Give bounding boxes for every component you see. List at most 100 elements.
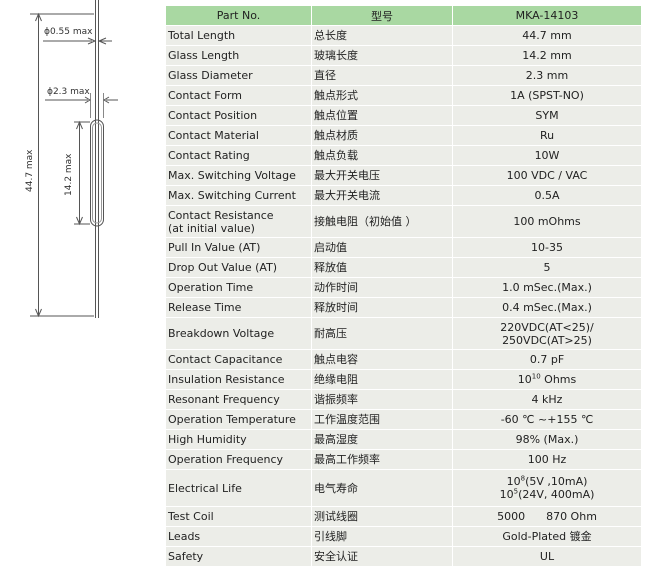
- row-value: SYM: [452, 105, 642, 126]
- lead-diameter-value: 0.55 max: [49, 27, 93, 37]
- row-value: 4 kHz: [452, 389, 642, 410]
- table-row: Total Length 总长度 44.7 mm: [165, 25, 642, 46]
- table-row: Glass Length 玻璃长度 14.2 mm: [165, 45, 642, 66]
- row-label-cn: 总长度: [311, 25, 453, 46]
- table-row: Resonant Frequency 谐振频率 4 kHz: [165, 389, 642, 410]
- row-value: 220VDC(AT<25)/ 250VDC(AT>25): [452, 317, 642, 350]
- row-value: 100 VDC / VAC: [452, 165, 642, 186]
- table-row: High Humidity 最高湿度 98% (Max.): [165, 429, 642, 450]
- row-label-en: Operation Time: [165, 277, 312, 298]
- table-row: Contact Resistance (at initial value) 接触…: [165, 205, 642, 238]
- row-label-cn: 电气寿命: [311, 469, 453, 507]
- value-condition: (24V, 400mA): [518, 488, 595, 501]
- row-label-en: Insulation Resistance: [165, 369, 312, 390]
- header-model-value: MKA-14103: [452, 5, 642, 26]
- value-exponent: 10: [531, 372, 541, 381]
- row-label-en: Glass Diameter: [165, 65, 312, 86]
- value-condition: (5V ,10mA): [525, 475, 588, 488]
- row-value: Ru: [452, 125, 642, 146]
- row-label-cn: 工作温度范围: [311, 409, 453, 430]
- glass-diameter-value: 2.3 max: [52, 87, 90, 97]
- value-unit: Ohms: [540, 373, 577, 386]
- row-value: 2.3 mm: [452, 65, 642, 86]
- glass-diameter-label: ϕ2.3 max: [47, 87, 90, 97]
- lead-diameter-label: ϕ0.55 max: [44, 27, 92, 37]
- row-value: 100 Hz: [452, 449, 642, 470]
- row-label-en: Test Coil: [165, 506, 312, 527]
- row-label-en: Pull In Value (AT): [165, 237, 312, 258]
- dimension-drawing: ϕ0.55 max ϕ2.3 max 44.7 max 14.2 max: [0, 0, 160, 568]
- row-label-cn: 释放时间: [311, 297, 453, 318]
- row-label-en: Glass Length: [165, 45, 312, 66]
- row-value: 1A (SPST-NO): [452, 85, 642, 106]
- row-label-cn: 最高工作频率: [311, 449, 453, 470]
- row-label-en: Contact Resistance (at initial value): [165, 205, 312, 238]
- row-label-en: Operation Frequency: [165, 449, 312, 470]
- row-label-cn: 引线脚: [311, 526, 453, 547]
- row-label-cn: 最大开关电压: [311, 165, 453, 186]
- row-label-en: Leads: [165, 526, 312, 547]
- table-row: Insulation Resistance 绝缘电阻 1010 Ohms: [165, 369, 642, 390]
- row-label-cn: 测试线圈: [311, 506, 453, 527]
- row-value: UL: [452, 546, 642, 567]
- table-row: Contact Capacitance 触点电容 0.7 pF: [165, 349, 642, 370]
- table-row: Glass Diameter 直径 2.3 mm: [165, 65, 642, 86]
- table-row: Release Time 释放时间 0.4 mSec.(Max.): [165, 297, 642, 318]
- row-value-line1: 220VDC(AT<25)/: [500, 320, 594, 334]
- row-label-cn: 直径: [311, 65, 453, 86]
- row-value-line2: 105(24V, 400mA): [455, 488, 639, 501]
- row-value-line1: 108(5V ,10mA): [455, 475, 639, 488]
- table-row: Max. Switching Current 最大开关电流 0.5A: [165, 185, 642, 206]
- row-label-en: Safety: [165, 546, 312, 567]
- row-label-cn: 玻璃长度: [311, 45, 453, 66]
- row-label-en: Contact Capacitance: [165, 349, 312, 370]
- header-part-no: Part No.: [165, 5, 312, 26]
- row-label-en: High Humidity: [165, 429, 312, 450]
- table-row: Test Coil 测试线圈 5000 870 Ohm: [165, 506, 642, 527]
- row-value: 10-35: [452, 237, 642, 258]
- row-value: 1.0 mSec.(Max.): [452, 277, 642, 298]
- row-label-cn: 耐高压: [311, 317, 453, 350]
- row-label-en: Contact Form: [165, 85, 312, 106]
- row-value-line2: 250VDC(AT>25): [502, 333, 592, 347]
- row-label-cn: 启动值: [311, 237, 453, 258]
- row-label-en: Contact Rating: [165, 145, 312, 166]
- row-label-en: Max. Switching Current: [165, 185, 312, 206]
- row-label-cn: 绝缘电阻: [311, 369, 453, 390]
- row-label-cn: 安全认证: [311, 546, 453, 567]
- value-base: 10: [499, 488, 514, 501]
- row-value: 5000 870 Ohm: [452, 506, 642, 527]
- row-value: 5: [452, 257, 642, 278]
- specification-table: Part No. 型号 MKA-14103 Total Length 总长度 4…: [165, 5, 642, 567]
- row-label-cn: 最高湿度: [311, 429, 453, 450]
- row-label-en: Operation Temperature: [165, 409, 312, 430]
- header-model-cn: 型号: [311, 5, 453, 26]
- value-base: 10: [506, 475, 521, 488]
- row-label-en: Max. Switching Voltage: [165, 165, 312, 186]
- table-header-row: Part No. 型号 MKA-14103: [165, 5, 642, 26]
- table-row: Operation Frequency 最高工作频率 100 Hz: [165, 449, 642, 470]
- total-length-label: 44.7 max: [25, 149, 35, 192]
- table-row: Contact Material 触点材质 Ru: [165, 125, 642, 146]
- row-value: 0.5A: [452, 185, 642, 206]
- row-value: 0.4 mSec.(Max.): [452, 297, 642, 318]
- row-value: Gold-Plated 镀金: [452, 526, 642, 547]
- value-base: 10: [517, 373, 532, 386]
- row-value: 44.7 mm: [452, 25, 642, 46]
- table-row: Contact Rating 触点负载 10W: [165, 145, 642, 166]
- row-value: 108(5V ,10mA) 105(24V, 400mA): [452, 469, 642, 507]
- row-label-cn: 最大开关电流: [311, 185, 453, 206]
- row-label-cn: 接触电阻（初始值 ）: [311, 205, 453, 238]
- row-label-en-line1: Contact Resistance: [168, 208, 274, 222]
- row-label-en: Contact Material: [165, 125, 312, 146]
- row-label-cn: 谐振频率: [311, 389, 453, 410]
- table-row: Operation Temperature 工作温度范围 -60 ℃ ~+155…: [165, 409, 642, 430]
- table-row: Pull In Value (AT) 启动值 10-35: [165, 237, 642, 258]
- reed-switch-outline: [30, 0, 118, 318]
- table-row: Max. Switching Voltage 最大开关电压 100 VDC / …: [165, 165, 642, 186]
- row-value: 100 mOhms: [452, 205, 642, 238]
- row-value: -60 ℃ ~+155 ℃: [452, 409, 642, 430]
- row-label-cn: 触点电容: [311, 349, 453, 370]
- row-label-en: Total Length: [165, 25, 312, 46]
- row-label-en-line2: (at initial value): [168, 221, 255, 235]
